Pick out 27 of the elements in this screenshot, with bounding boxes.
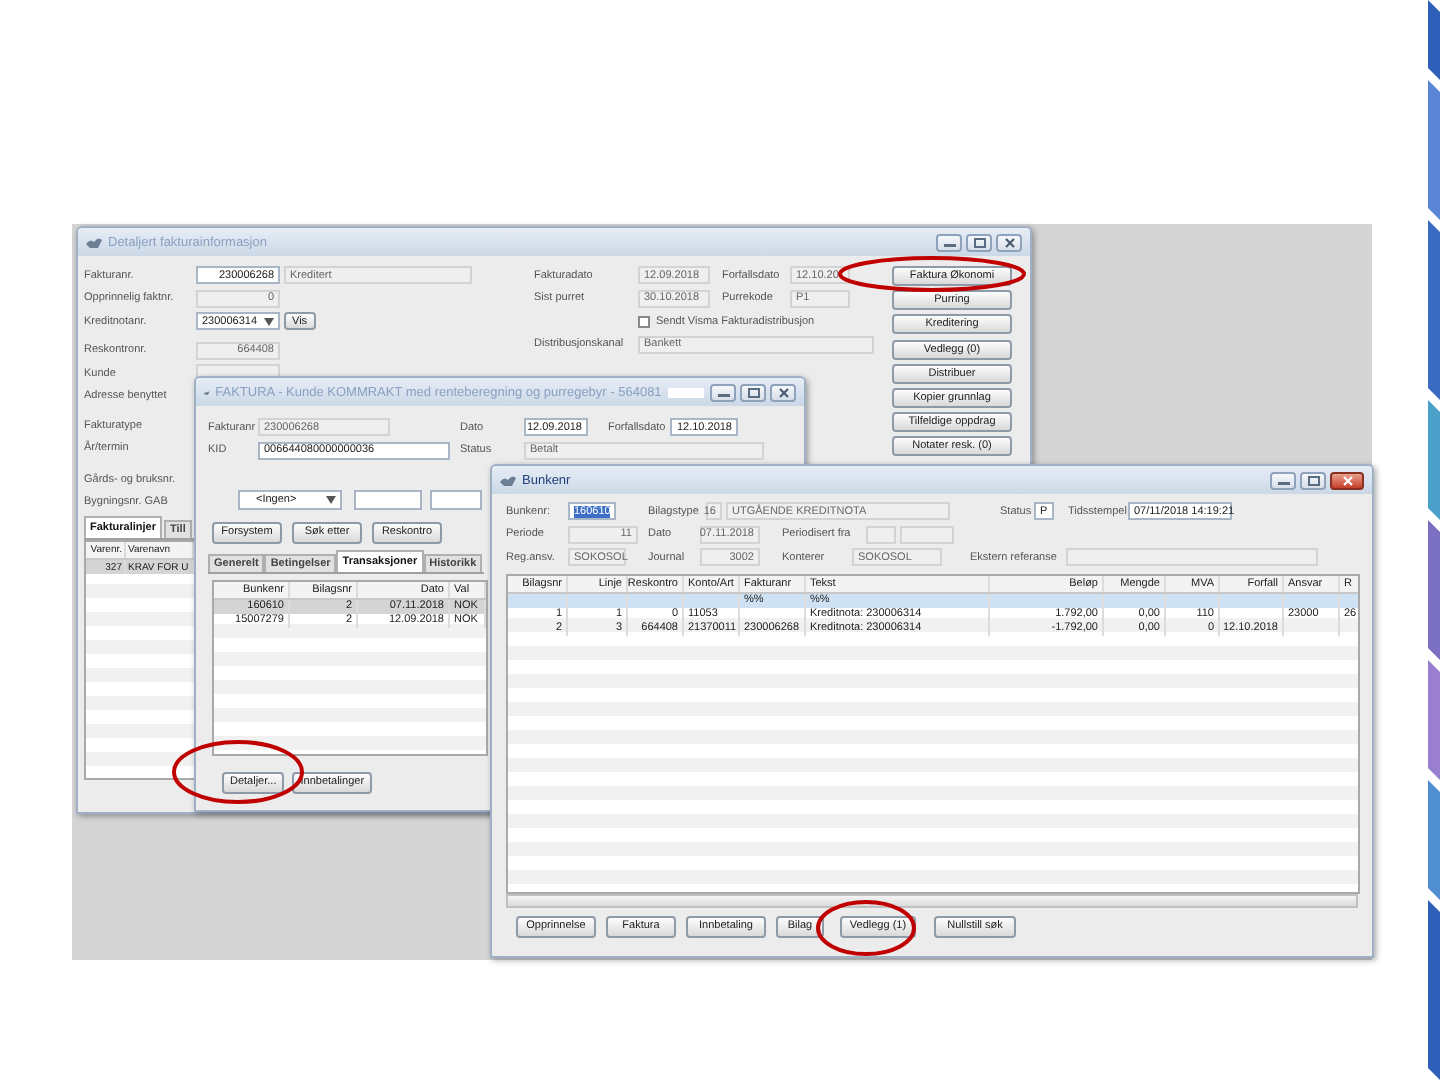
- maximize-button[interactable]: [966, 233, 992, 251]
- close-button[interactable]: [770, 383, 796, 401]
- maximize-button[interactable]: [1300, 471, 1326, 489]
- close-icon: [1341, 475, 1353, 485]
- text-field[interactable]: [900, 525, 954, 544]
- minimize-button[interactable]: [1270, 471, 1296, 489]
- caret-icon: [326, 495, 336, 504]
- maximize-button[interactable]: [740, 383, 766, 401]
- checkbox[interactable]: [638, 315, 650, 328]
- minimize-button[interactable]: [936, 233, 962, 251]
- maximize-icon: [973, 237, 985, 247]
- highlight-ellipse: [816, 900, 916, 956]
- close-button[interactable]: [996, 233, 1022, 251]
- caret-icon: [264, 317, 274, 326]
- highlight-ellipse: [172, 740, 304, 804]
- text-field[interactable]: [1066, 548, 1318, 567]
- app-icon: [86, 235, 102, 249]
- app-icon: [500, 473, 516, 487]
- maximize-icon: [1307, 475, 1319, 485]
- close-button[interactable]: [1330, 471, 1364, 489]
- close-icon: [777, 387, 789, 397]
- close-icon: [1003, 237, 1015, 247]
- minimize-button[interactable]: [710, 383, 736, 401]
- text-field[interactable]: [430, 489, 482, 510]
- text-field[interactable]: [866, 525, 896, 544]
- maximize-icon: [747, 387, 759, 397]
- text-field[interactable]: [354, 489, 422, 510]
